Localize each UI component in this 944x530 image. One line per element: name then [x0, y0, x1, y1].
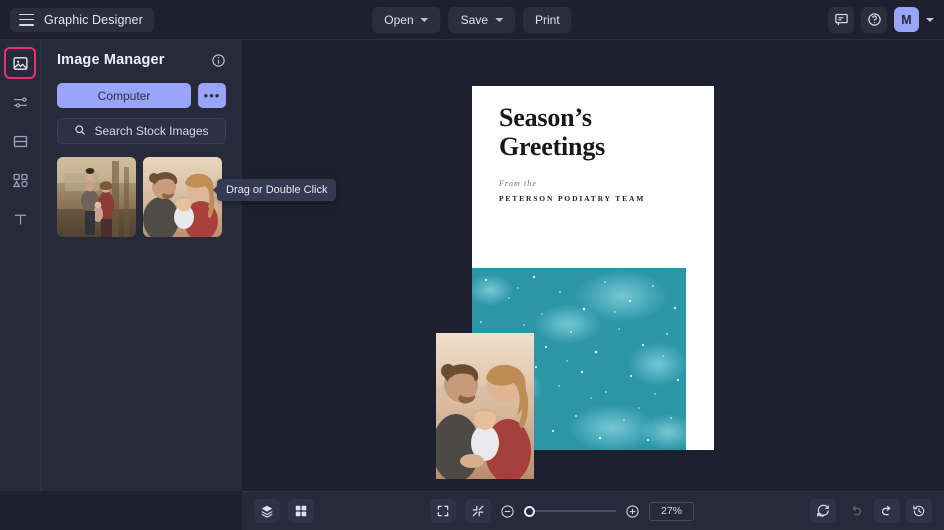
history-controls	[810, 499, 932, 523]
zoom-out-icon[interactable]	[500, 504, 515, 519]
chevron-down-icon	[420, 17, 429, 22]
zoom-controls: 27%	[430, 499, 694, 523]
sidebar-item-image-manager[interactable]	[6, 49, 34, 77]
undo-icon[interactable]	[842, 499, 868, 523]
search-stock-images-button[interactable]: Search Stock Images	[57, 118, 226, 144]
document-title-line1: Season’s	[499, 103, 592, 132]
top-bar: Graphic Designer Open Save Print M	[0, 0, 944, 40]
sidebar-item-layouts[interactable]	[6, 127, 34, 155]
thumbnail-couple-baby[interactable]	[143, 157, 222, 237]
bottom-toolbar: 27%	[242, 491, 944, 530]
zoom-slider[interactable]	[524, 505, 616, 517]
save-button[interactable]: Save	[448, 6, 516, 33]
source-buttons-row: Computer •••	[57, 83, 226, 108]
info-icon[interactable]	[211, 53, 226, 68]
zoom-in-icon[interactable]	[625, 504, 640, 519]
sidebar-item-shapes[interactable]	[6, 166, 34, 194]
history-icon[interactable]	[906, 499, 932, 523]
fullscreen-icon[interactable]	[430, 499, 456, 523]
brand-menu-button[interactable]: Graphic Designer	[10, 7, 154, 32]
grid-icon[interactable]	[288, 499, 314, 523]
reset-icon[interactable]	[810, 499, 836, 523]
fit-to-screen-icon[interactable]	[465, 499, 491, 523]
computer-upload-button[interactable]: Computer	[57, 83, 191, 108]
print-button-label: Print	[535, 12, 560, 27]
chevron-down-icon	[495, 17, 504, 22]
more-options-button[interactable]: •••	[198, 83, 226, 108]
open-button-label: Open	[384, 12, 414, 27]
account-chevron-down-icon[interactable]	[926, 17, 934, 22]
main-body: Image Manager Computer ••• Search Stock …	[0, 40, 944, 491]
document-from-label[interactable]: From the	[499, 179, 537, 188]
zoom-slider-track	[524, 510, 616, 512]
drag-or-double-click-tooltip: Drag or Double Click	[212, 179, 337, 201]
canvas-area[interactable]: Season’s Greetings From the PETERSON POD…	[242, 40, 944, 491]
document-title-line2: Greetings	[499, 132, 606, 162]
open-button[interactable]: Open	[372, 6, 441, 33]
app-root: Graphic Designer Open Save Print M Image…	[0, 0, 944, 530]
top-center-actions: Open Save Print	[372, 6, 572, 33]
document-title[interactable]: Season’s Greetings	[499, 103, 689, 161]
sidebar-item-adjustments[interactable]	[6, 88, 34, 116]
hamburger-icon	[19, 13, 34, 26]
panel-header: Image Manager	[57, 52, 226, 68]
search-icon	[74, 124, 86, 139]
app-title: Graphic Designer	[44, 12, 143, 27]
canvas-photo-couple-baby[interactable]	[436, 333, 534, 479]
avatar[interactable]: M	[894, 7, 919, 32]
image-manager-panel: Image Manager Computer ••• Search Stock …	[41, 40, 337, 491]
search-button-label: Search Stock Images	[94, 124, 209, 138]
layers-icon[interactable]	[254, 499, 280, 523]
thumbnail-family-outdoors[interactable]	[57, 157, 136, 237]
page-title: Image Manager	[57, 52, 165, 68]
sidebar-item-text[interactable]	[6, 205, 34, 233]
zoom-slider-knob[interactable]	[524, 505, 535, 517]
redo-icon[interactable]	[874, 499, 900, 523]
print-button[interactable]: Print	[523, 6, 572, 33]
save-button-label: Save	[460, 12, 489, 27]
zoom-level-value[interactable]: 27%	[649, 501, 694, 521]
help-icon[interactable]	[861, 6, 887, 33]
tool-rail	[0, 40, 41, 491]
image-thumbnail-list	[57, 157, 226, 237]
document-team-name[interactable]: PETERSON PODIATRY TEAM	[499, 194, 645, 203]
chat-icon[interactable]	[828, 6, 854, 33]
top-right-actions: M	[828, 6, 934, 33]
